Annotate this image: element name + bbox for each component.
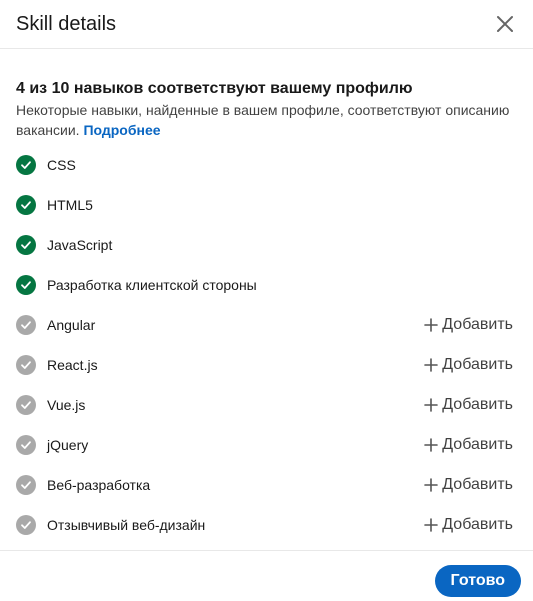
skill-row: jQuery Добавить (16, 425, 517, 465)
learn-more-link[interactable]: Подробнее (83, 122, 160, 138)
done-button[interactable]: Готово (434, 565, 521, 597)
close-icon (497, 16, 513, 32)
skill-info: Разработка клиентской стороны (16, 275, 257, 295)
skill-info: Отзывчивый веб-дизайн (16, 515, 205, 535)
skill-row: Отзывчивый веб-дизайн Добавить (16, 505, 517, 545)
matched-check-icon (16, 155, 36, 175)
plus-icon (424, 518, 439, 532)
plus-icon (424, 358, 439, 372)
plus-icon (424, 398, 439, 412)
matched-check-icon (16, 275, 36, 295)
dialog-footer: Готово (0, 550, 533, 601)
skill-name: CSS (47, 157, 76, 173)
unmatched-check-icon (16, 435, 36, 455)
skill-info: Vue.js (16, 395, 85, 415)
skill-name: JavaScript (47, 237, 113, 253)
add-skill-button[interactable]: Добавить (424, 436, 517, 454)
add-skill-button[interactable]: Добавить (424, 356, 517, 374)
skill-name: Angular (47, 317, 96, 333)
skill-row: CSS (16, 145, 517, 185)
skill-row: Angular Добавить (16, 305, 517, 345)
dialog-title: Skill details (16, 12, 117, 35)
plus-icon (424, 438, 439, 452)
add-skill-button[interactable]: Добавить (424, 316, 517, 334)
match-summary-heading: 4 из 10 навыков соответствуют вашему про… (16, 80, 413, 97)
skill-row: React.js Добавить (16, 345, 517, 385)
skill-name: jQuery (47, 437, 89, 453)
skill-details-dialog: Skill details 4 из 10 навыков соответств… (0, 0, 533, 601)
unmatched-check-icon (16, 475, 36, 495)
skill-info: React.js (16, 355, 98, 375)
add-skill-button[interactable]: Добавить (424, 396, 517, 414)
skill-name: React.js (47, 357, 98, 373)
skill-row: Разработка клиентской стороны (16, 265, 517, 305)
add-skill-label: Добавить (442, 396, 513, 413)
add-skill-label: Добавить (442, 436, 513, 453)
skill-info: CSS (16, 155, 76, 175)
skill-name: Отзывчивый веб-дизайн (47, 517, 206, 533)
unmatched-check-icon (16, 515, 36, 535)
skill-info: Веб-разработка (16, 475, 150, 495)
add-skill-button[interactable]: Добавить (424, 516, 517, 534)
skill-name: Vue.js (47, 397, 86, 413)
skill-info: jQuery (16, 435, 88, 455)
skill-row: Vue.js Добавить (16, 385, 517, 425)
skill-name: Разработка клиентской стороны (47, 277, 257, 293)
plus-icon (424, 478, 439, 492)
skill-info: JavaScript (16, 235, 112, 255)
skill-info: HTML5 (16, 195, 93, 215)
add-skill-label: Добавить (442, 516, 513, 533)
add-skill-label: Добавить (442, 476, 513, 493)
unmatched-check-icon (16, 355, 36, 375)
skill-list: CSS HTML5 JavaScript Разработка клиентской … (16, 145, 517, 545)
dialog-header: Skill details (0, 0, 533, 49)
dialog-content: 4 из 10 навыков соответствуют вашему про… (0, 49, 533, 545)
matched-check-icon (16, 235, 36, 255)
close-button[interactable] (489, 8, 521, 40)
skill-row: Веб-разработка Добавить (16, 465, 517, 505)
add-skill-button[interactable]: Добавить (424, 476, 517, 494)
skill-name: Веб-разработка (47, 477, 151, 493)
skill-name: HTML5 (47, 197, 93, 213)
matched-check-icon (16, 195, 36, 215)
unmatched-check-icon (16, 395, 36, 415)
add-skill-label: Добавить (442, 356, 513, 373)
skill-row: HTML5 (16, 185, 517, 225)
add-skill-label: Добавить (442, 316, 513, 333)
unmatched-check-icon (16, 315, 36, 335)
skill-info: Angular (16, 315, 95, 335)
match-summary-description: Некоторые навыки, найденные в вашем проф… (16, 100, 517, 140)
skill-row: JavaScript (16, 225, 517, 265)
plus-icon (424, 318, 439, 332)
